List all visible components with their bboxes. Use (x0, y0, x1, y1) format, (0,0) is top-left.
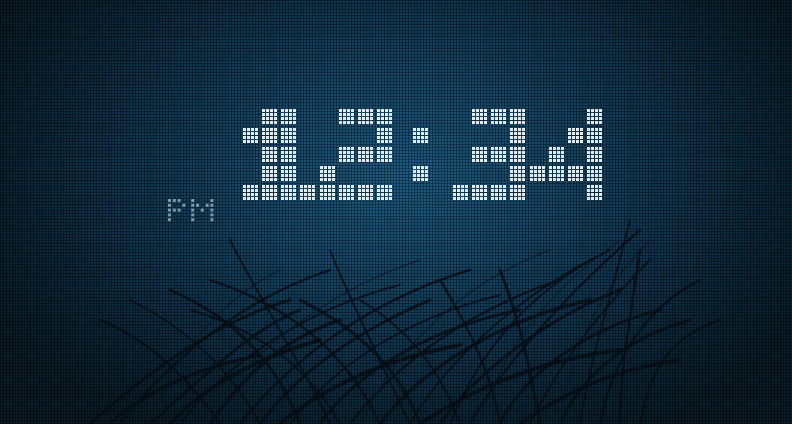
clock-wallpaper: PM 12:34 (0, 0, 792, 424)
led-clock-display (168, 109, 602, 222)
colon-separator (413, 128, 428, 181)
hour-ones-digit (320, 109, 392, 200)
hour-tens-digit (243, 109, 315, 200)
period-indicator (168, 199, 214, 222)
minute-ones-digit (530, 109, 602, 200)
minute-tens-digit (453, 109, 525, 200)
